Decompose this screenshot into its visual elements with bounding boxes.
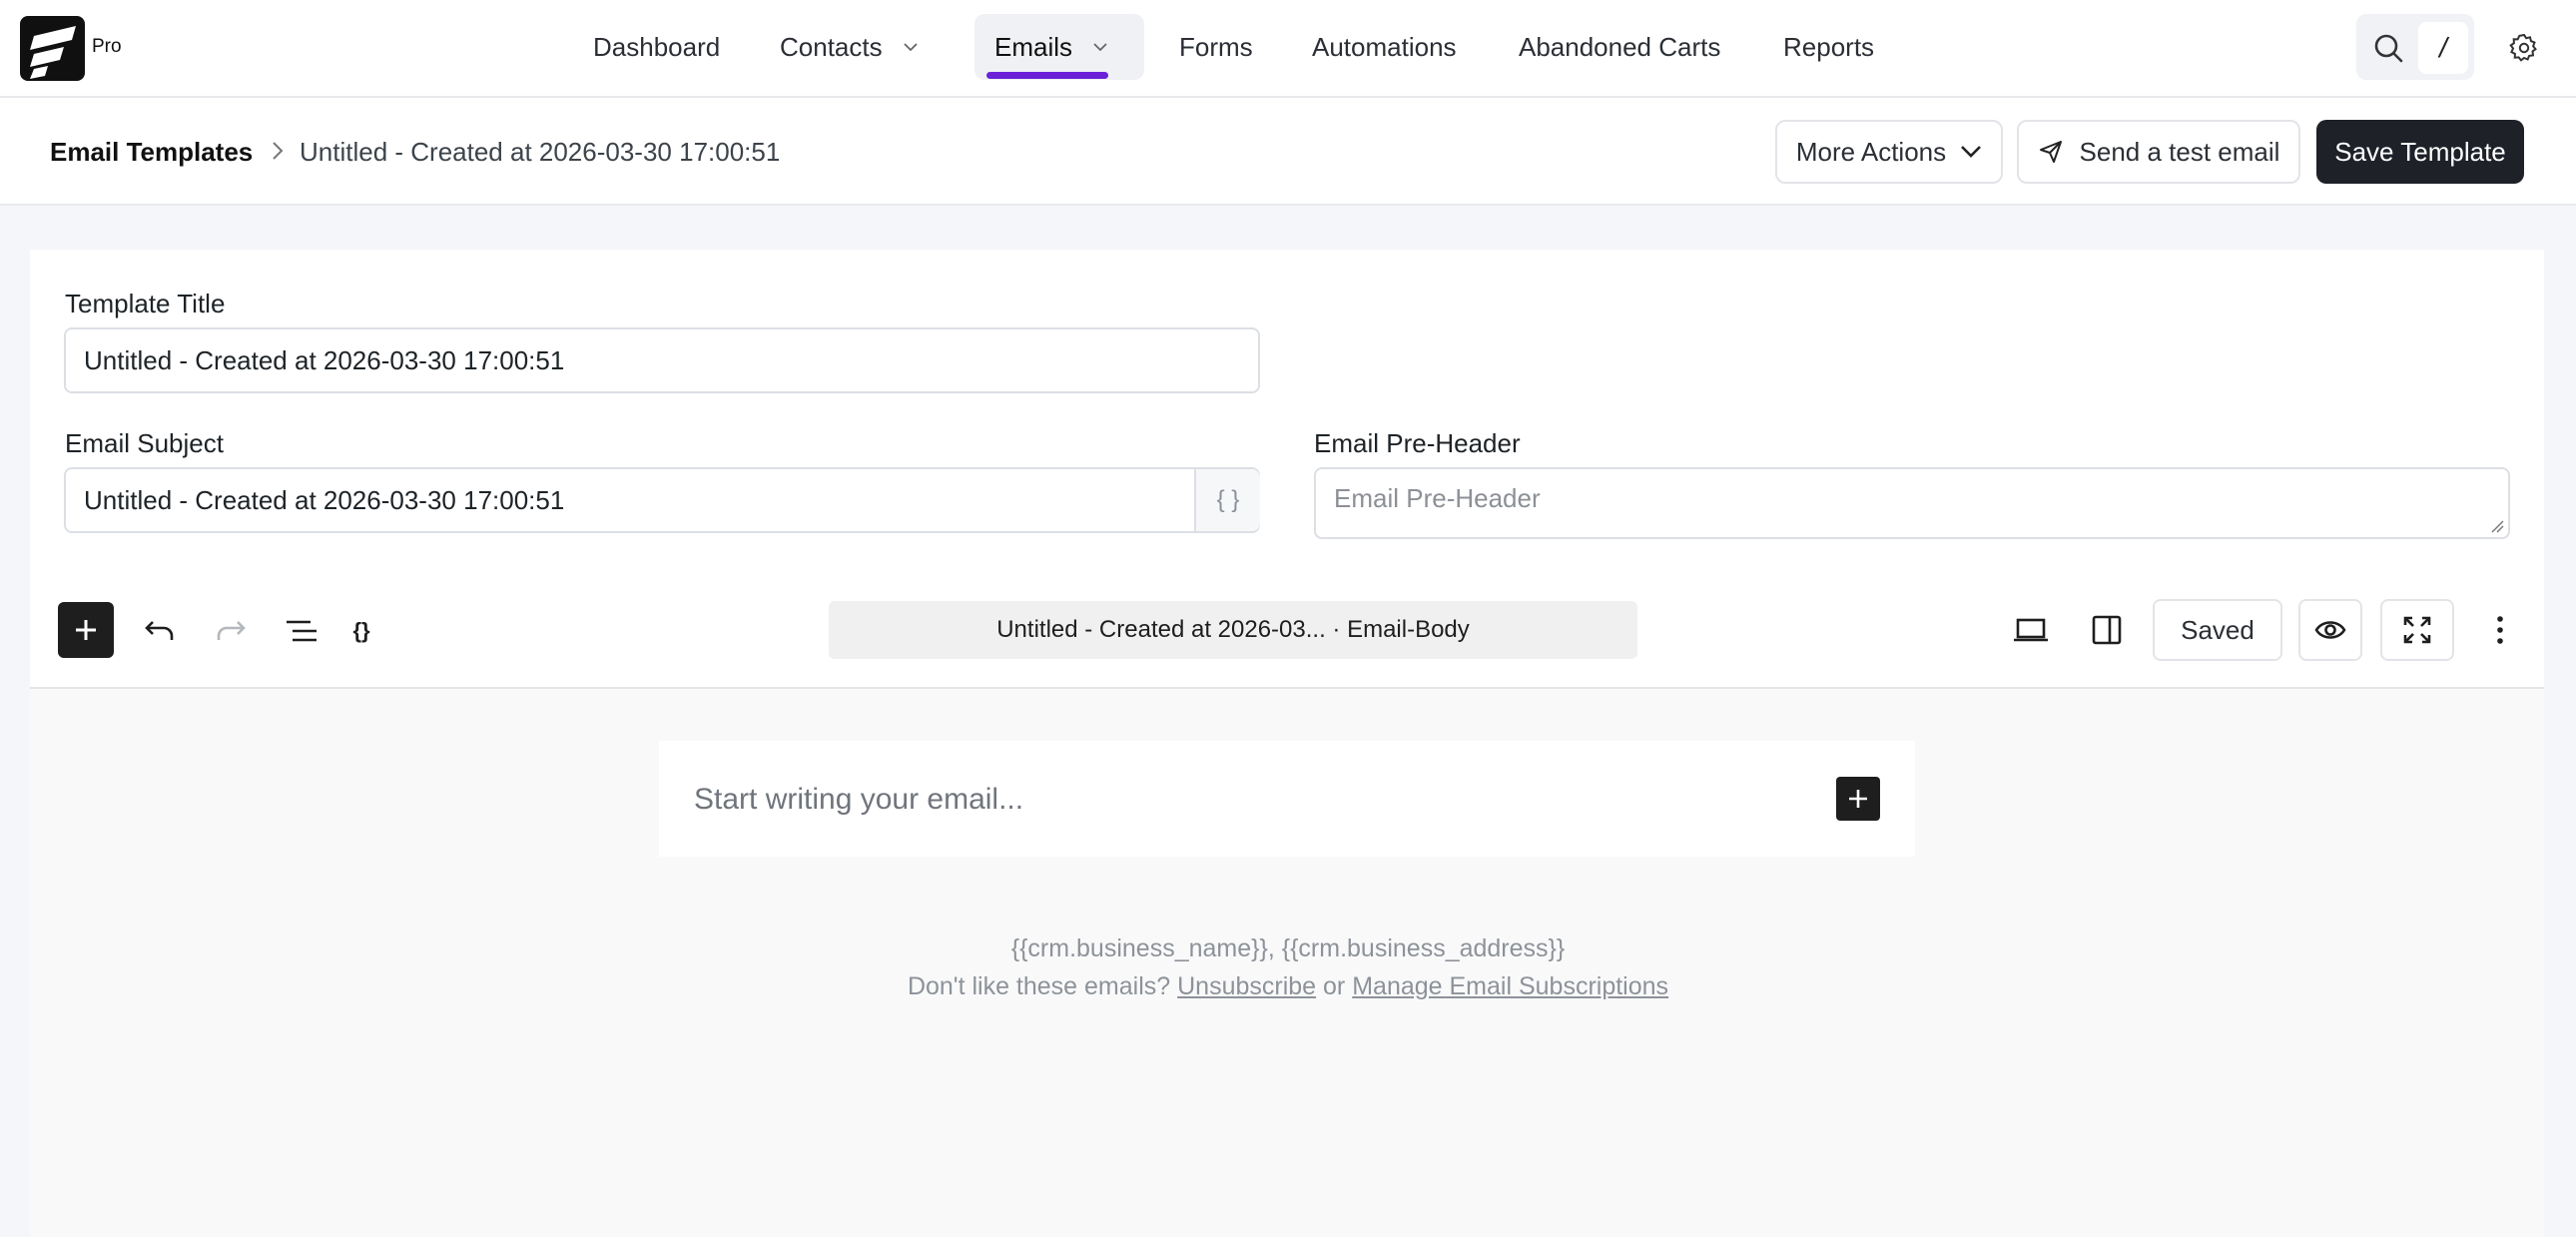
preview-button[interactable]	[2298, 599, 2362, 661]
nav-label: Contacts	[780, 31, 883, 62]
email-subject-input[interactable]: Untitled - Created at 2026-03-30 17:00:5…	[64, 467, 1260, 533]
fullscreen-icon	[2403, 616, 2431, 644]
gear-icon	[2509, 33, 2537, 62]
settings-button[interactable]	[2500, 24, 2548, 72]
device-preview-button[interactable]	[2007, 607, 2055, 653]
fullscreen-button[interactable]	[2380, 599, 2454, 661]
inline-add-block-button[interactable]	[1836, 777, 1880, 821]
breadcrumb-email-templates[interactable]: Email Templates	[50, 137, 253, 168]
more-actions-label: More Actions	[1795, 136, 1947, 167]
nav-automations[interactable]: Automations	[1292, 14, 1477, 80]
nav-dashboard[interactable]: Dashboard	[573, 14, 740, 80]
document-overview-button[interactable]	[278, 609, 325, 653]
chevron-right-icon	[273, 142, 284, 160]
footer-or: or	[1323, 972, 1346, 1000]
redo-button[interactable]	[207, 609, 255, 653]
pre-header-textarea[interactable]: Email Pre-Header	[1314, 467, 2510, 539]
pro-badge: Pro	[92, 36, 122, 57]
email-subject-value: Untitled - Created at 2026-03-30 17:00:5…	[84, 484, 565, 515]
unsubscribe-prefix: Don't like these emails?	[907, 972, 1171, 1000]
breadcrumb-current: Untitled - Created at 2026-03-30 17:00:5…	[300, 137, 781, 167]
chevron-down-icon	[903, 43, 918, 52]
settings-sidebar-toggle[interactable]	[2083, 607, 2131, 653]
redo-icon	[217, 621, 246, 640]
search-icon	[2374, 34, 2403, 63]
email-subject-label: Email Subject	[65, 428, 224, 458]
laptop-icon	[2014, 618, 2048, 642]
chevron-down-icon	[1961, 146, 1982, 158]
plus-icon	[76, 620, 96, 640]
pre-header-label: Email Pre-Header	[1314, 428, 1521, 458]
document-title-bar[interactable]: Untitled - Created at 2026-03... · Email…	[829, 601, 1637, 659]
nav-abandoned-carts[interactable]: Abandoned Carts	[1499, 14, 1740, 80]
unsubscribe-link[interactable]: Unsubscribe	[1177, 972, 1316, 1000]
nav-label: Forms	[1179, 31, 1253, 62]
email-body-placeholder[interactable]: Start writing your email...	[694, 783, 1023, 817]
sidebar-toggle-icon	[2092, 615, 2122, 645]
more-actions-button[interactable]: More Actions	[1775, 120, 2003, 184]
nav-label: Emails	[994, 31, 1073, 62]
save-template-button[interactable]: Save Template	[2316, 120, 2524, 184]
nav-label: Abandoned Carts	[1519, 31, 1721, 62]
fluentcrm-logo-icon	[30, 26, 76, 79]
search-shortcut-key: /	[2418, 22, 2468, 74]
chevron-down-icon	[1093, 43, 1107, 52]
more-vertical-icon	[2497, 616, 2503, 644]
pre-header-placeholder: Email Pre-Header	[1334, 483, 1541, 513]
nav-emails[interactable]: Emails	[974, 14, 1144, 80]
template-title-label: Template Title	[65, 289, 226, 318]
list-view-icon	[287, 620, 317, 642]
save-status-button[interactable]: Saved	[2153, 599, 2282, 661]
active-tab-indicator	[986, 72, 1108, 79]
nav-contacts[interactable]: Contacts	[760, 14, 939, 80]
send-test-email-label: Send a test email	[2079, 136, 2280, 167]
manage-subscriptions-link[interactable]: Manage Email Subscriptions	[1352, 972, 1668, 1000]
undo-button[interactable]	[136, 609, 184, 653]
document-title-label: Untitled - Created at 2026-03... · Email…	[996, 616, 1470, 643]
template-title-input[interactable]: Untitled - Created at 2026-03-30 17:00:5…	[64, 327, 1260, 393]
nav-reports[interactable]: Reports	[1763, 14, 1894, 80]
nav-forms[interactable]: Forms	[1159, 14, 1273, 80]
email-footer-address: {{crm.business_name}}, {{crm.business_ad…	[1010, 934, 1566, 962]
resize-grip-icon[interactable]	[2490, 519, 2504, 533]
plus-icon	[1849, 790, 1867, 808]
nav-label: Dashboard	[593, 31, 721, 62]
options-button[interactable]	[2482, 607, 2518, 653]
app-logo[interactable]	[20, 16, 85, 81]
merge-tags-button[interactable]: { }	[1194, 469, 1260, 531]
undo-icon	[145, 621, 174, 640]
shortcodes-button[interactable]: {}	[339, 609, 383, 653]
send-test-email-button[interactable]: Send a test email	[2017, 120, 2300, 184]
template-title-value: Untitled - Created at 2026-03-30 17:00:5…	[84, 344, 565, 375]
search-button[interactable]	[2364, 24, 2412, 72]
nav-label: Reports	[1783, 31, 1875, 62]
send-icon	[2039, 141, 2062, 163]
save-template-label: Save Template	[2334, 136, 2506, 167]
nav-label: Automations	[1312, 31, 1457, 62]
top-navigation	[0, 0, 2576, 98]
email-footer-unsubscribe-line: Don't like these emails? Unsubscribe or …	[0, 972, 2576, 1001]
eye-icon	[2314, 621, 2346, 639]
add-block-button[interactable]	[58, 602, 114, 658]
